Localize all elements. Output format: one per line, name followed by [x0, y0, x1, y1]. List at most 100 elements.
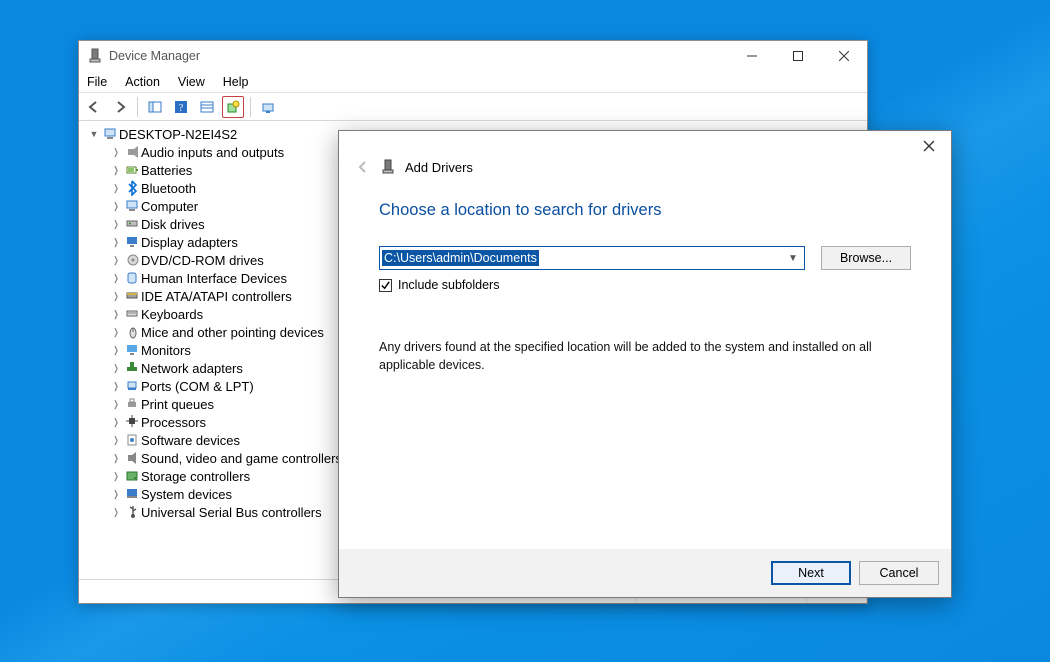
device-category-icon: [123, 198, 141, 214]
caret-down-icon[interactable]: ▼: [87, 129, 101, 139]
scan-hardware-icon[interactable]: [257, 96, 279, 118]
device-category-icon: [123, 432, 141, 448]
device-category-icon: [123, 306, 141, 322]
maximize-button[interactable]: [775, 41, 821, 71]
tree-node-label: Keyboards: [141, 307, 203, 322]
browse-button[interactable]: Browse...: [821, 246, 911, 270]
device-category-icon: [123, 180, 141, 196]
caret-right-icon[interactable]: ❯: [111, 453, 121, 464]
driver-device-icon: [381, 159, 395, 175]
tree-node-label: System devices: [141, 487, 232, 502]
forward-icon[interactable]: [109, 96, 131, 118]
caret-right-icon[interactable]: ❯: [111, 363, 121, 374]
properties-icon[interactable]: [196, 96, 218, 118]
tree-node-label: Network adapters: [141, 361, 243, 376]
tree-node-label: Display adapters: [141, 235, 238, 250]
dialog-description: Any drivers found at the specified locat…: [379, 338, 879, 374]
caret-right-icon[interactable]: ❯: [111, 399, 121, 410]
caret-right-icon[interactable]: ❯: [111, 327, 121, 338]
tree-node-label: Sound, video and game controllers: [141, 451, 342, 466]
device-category-icon: [123, 486, 141, 502]
device-category-icon: [123, 378, 141, 394]
dialog-close-button[interactable]: [907, 131, 951, 157]
menu-action[interactable]: Action: [123, 73, 162, 91]
caret-right-icon[interactable]: ❯: [111, 237, 121, 248]
tree-node-label: Mice and other pointing devices: [141, 325, 324, 340]
dialog-title: Add Drivers: [405, 160, 473, 175]
add-drivers-dialog: Add Drivers Choose a location to search …: [338, 130, 952, 598]
caret-right-icon[interactable]: ❯: [111, 381, 121, 392]
caret-right-icon[interactable]: ❯: [111, 201, 121, 212]
window-titlebar[interactable]: Device Manager: [79, 41, 867, 71]
tree-node-label: Processors: [141, 415, 206, 430]
device-category-icon: [123, 450, 141, 466]
show-hide-tree-icon[interactable]: [144, 96, 166, 118]
device-category-icon: [123, 342, 141, 358]
dialog-heading: Choose a location to search for drivers: [339, 187, 951, 230]
tree-node-label: Print queues: [141, 397, 214, 412]
caret-right-icon[interactable]: ❯: [111, 417, 121, 428]
driver-path-combobox[interactable]: C:\Users\admin\Documents ▼: [379, 246, 805, 270]
back-icon[interactable]: [83, 96, 105, 118]
tree-node-label: Audio inputs and outputs: [141, 145, 284, 160]
device-category-icon: [123, 162, 141, 178]
tree-node-label: IDE ATA/ATAPI controllers: [141, 289, 292, 304]
tree-root-label: DESKTOP-N2EI4S2: [119, 127, 237, 142]
device-category-icon: [123, 270, 141, 286]
include-subfolders-checkbox[interactable]: [379, 279, 392, 292]
caret-right-icon[interactable]: ❯: [111, 309, 121, 320]
device-category-icon: [123, 504, 141, 520]
device-category-icon: [123, 360, 141, 376]
close-button[interactable]: [821, 41, 867, 71]
tree-node-label: DVD/CD-ROM drives: [141, 253, 264, 268]
device-category-icon: [123, 414, 141, 430]
back-arrow-icon[interactable]: [355, 159, 371, 175]
window-title: Device Manager: [109, 49, 200, 63]
device-category-icon: [123, 252, 141, 268]
menu-view[interactable]: View: [176, 73, 207, 91]
driver-path-value: C:\Users\admin\Documents: [382, 250, 539, 266]
tree-node-label: Bluetooth: [141, 181, 196, 196]
tree-node-label: Human Interface Devices: [141, 271, 287, 286]
tree-node-label: Storage controllers: [141, 469, 250, 484]
include-subfolders-label: Include subfolders: [398, 278, 499, 292]
tree-node-label: Batteries: [141, 163, 192, 178]
dropdown-chevron-icon[interactable]: ▼: [784, 253, 802, 264]
toolbar: ?: [79, 93, 867, 121]
caret-right-icon[interactable]: ❯: [111, 219, 121, 230]
caret-right-icon[interactable]: ❯: [111, 273, 121, 284]
device-category-icon: [123, 396, 141, 412]
caret-right-icon[interactable]: ❯: [111, 147, 121, 158]
caret-right-icon[interactable]: ❯: [111, 165, 121, 176]
tree-node-label: Software devices: [141, 433, 240, 448]
cancel-button[interactable]: Cancel: [859, 561, 939, 585]
device-category-icon: [123, 324, 141, 340]
device-category-icon: [123, 234, 141, 250]
caret-right-icon[interactable]: ❯: [111, 471, 121, 482]
caret-right-icon[interactable]: ❯: [111, 345, 121, 356]
next-button[interactable]: Next: [771, 561, 851, 585]
menu-help[interactable]: Help: [221, 73, 251, 91]
caret-right-icon[interactable]: ❯: [111, 489, 121, 500]
tree-node-label: Monitors: [141, 343, 191, 358]
add-drivers-icon[interactable]: [222, 96, 244, 118]
caret-right-icon[interactable]: ❯: [111, 291, 121, 302]
tree-node-label: Universal Serial Bus controllers: [141, 505, 322, 520]
caret-right-icon[interactable]: ❯: [111, 255, 121, 266]
tree-node-label: Computer: [141, 199, 198, 214]
device-category-icon: [123, 144, 141, 160]
tree-node-label: Disk drives: [141, 217, 205, 232]
app-icon: [87, 48, 103, 64]
menu-bar: File Action View Help: [79, 71, 867, 93]
caret-right-icon[interactable]: ❯: [111, 435, 121, 446]
device-category-icon: [123, 288, 141, 304]
device-category-icon: [123, 216, 141, 232]
help-icon[interactable]: ?: [170, 96, 192, 118]
caret-right-icon[interactable]: ❯: [111, 183, 121, 194]
svg-text:?: ?: [179, 103, 184, 114]
device-category-icon: [123, 468, 141, 484]
caret-right-icon[interactable]: ❯: [111, 507, 121, 518]
computer-icon: [101, 127, 119, 141]
menu-file[interactable]: File: [85, 73, 109, 91]
minimize-button[interactable]: [729, 41, 775, 71]
